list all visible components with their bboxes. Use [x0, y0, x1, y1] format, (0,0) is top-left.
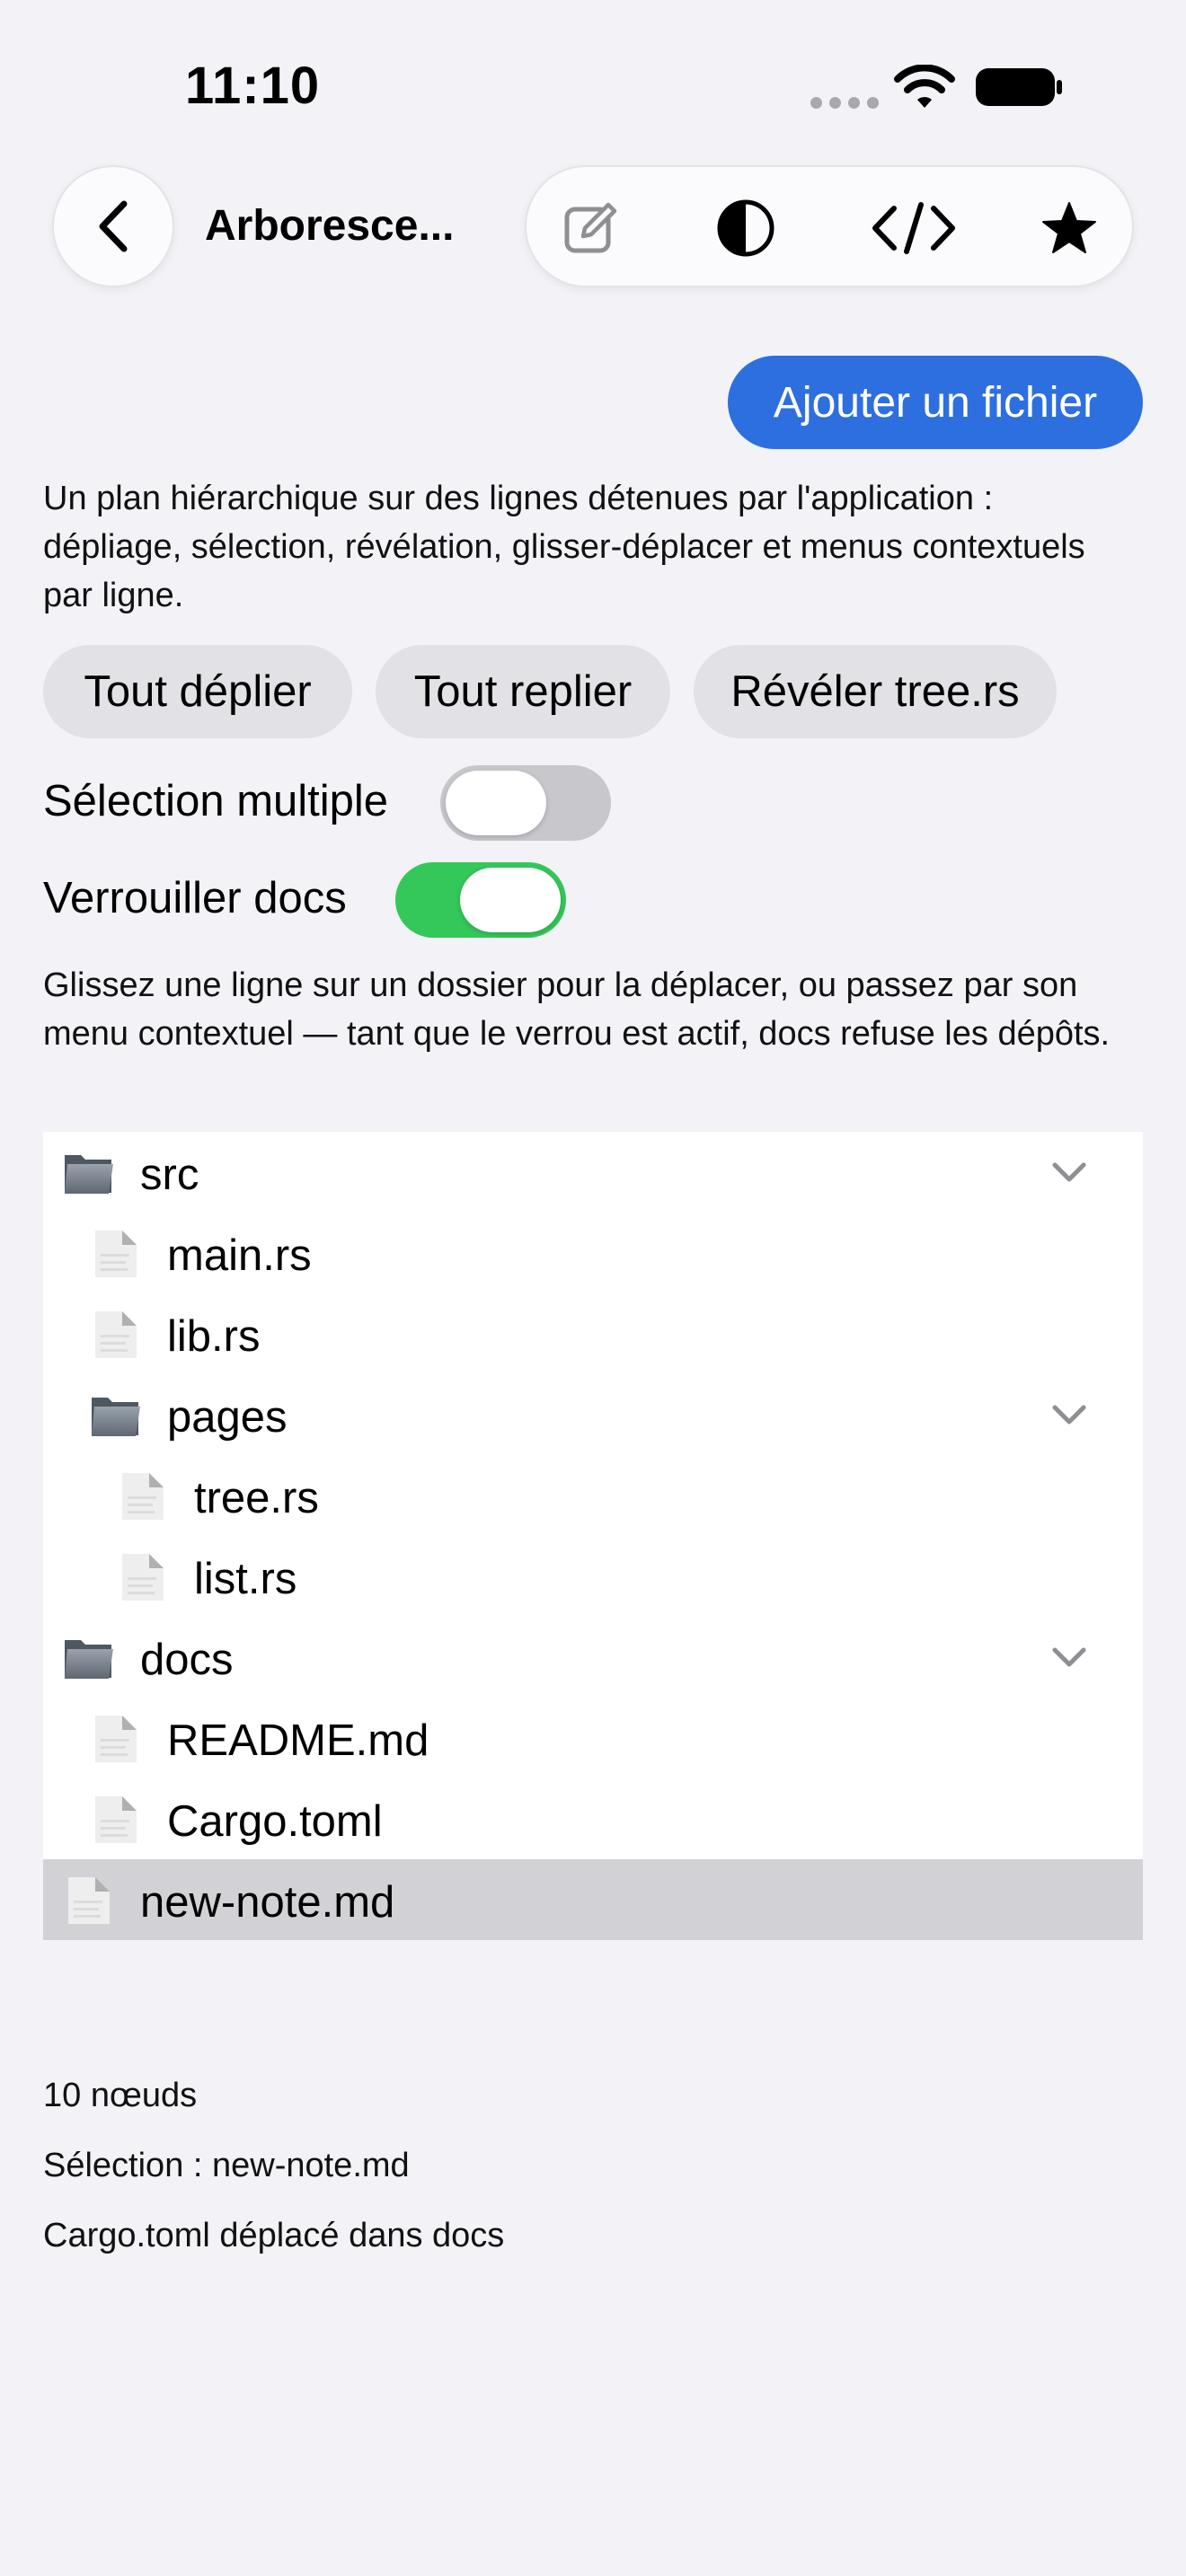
tree-row-label: src	[140, 1151, 199, 1199]
file-icon	[122, 1473, 164, 1520]
code-icon	[872, 202, 955, 254]
reveal-button[interactable]: Révéler tree.rs	[694, 645, 1057, 738]
file-icon	[95, 1231, 137, 1277]
tree-row-label: tree.rs	[194, 1474, 319, 1522]
edit-button[interactable]	[557, 194, 625, 262]
file-icon	[68, 1877, 110, 1924]
tree-row-tree-rs[interactable]: tree.rs	[43, 1455, 1143, 1536]
tree-row-src[interactable]: src	[43, 1132, 1143, 1213]
chevron-down-icon[interactable]	[1049, 1642, 1089, 1672]
chevron-down-icon[interactable]	[1049, 1157, 1089, 1187]
expand-all-button[interactable]: Tout déplier	[43, 645, 352, 738]
multi-select-toggle[interactable]	[440, 765, 611, 841]
wifi-icon	[894, 65, 955, 108]
folder-icon	[92, 1398, 140, 1436]
tree-row-label: list.rs	[194, 1555, 297, 1603]
tree-row-list-rs[interactable]: list.rs	[43, 1536, 1143, 1617]
favorite-button[interactable]	[1035, 194, 1103, 262]
folder-icon	[65, 1155, 113, 1194]
tree-row-label: README.md	[167, 1716, 429, 1765]
tree-row-label: main.rs	[167, 1231, 312, 1280]
description-text: Un plan hiérarchique sur des lignes déte…	[43, 480, 1085, 614]
tree-row-label: Cargo.toml	[167, 1797, 383, 1846]
battery-icon	[976, 68, 1062, 106]
back-button[interactable]	[52, 165, 174, 287]
tree-row-label: lib.rs	[167, 1312, 261, 1361]
file-icon	[95, 1311, 137, 1358]
multi-select-label: Sélection multiple	[43, 777, 389, 825]
contrast-icon	[717, 199, 774, 257]
tree-row-label: new-note.md	[140, 1878, 395, 1927]
drag-hint-text: Glissez une ligne sur un dossier pour la…	[43, 966, 1111, 1053]
node-count-text: 10 nœuds	[43, 2077, 198, 2114]
tree-row-main-rs[interactable]: main.rs	[43, 1213, 1143, 1293]
outline-tree: src main.rs lib.rs pages tree.rs list.rs…	[43, 1132, 1143, 1940]
chevron-down-icon[interactable]	[1049, 1399, 1089, 1430]
tree-row-new-note-md[interactable]: new-note.md	[43, 1859, 1143, 1940]
tree-row-lib-rs[interactable]: lib.rs	[43, 1293, 1143, 1374]
status-time: 11:10	[185, 57, 321, 115]
collapse-all-button[interactable]: Tout replier	[376, 645, 670, 738]
lock-docs-label: Verrouiller docs	[43, 874, 347, 922]
lock-docs-toggle[interactable]	[395, 862, 566, 938]
star-icon	[1042, 202, 1096, 253]
toolbar	[525, 165, 1134, 287]
tree-row-label: pages	[167, 1393, 288, 1442]
file-icon	[95, 1716, 137, 1762]
tree-row-pages[interactable]: pages	[43, 1374, 1143, 1455]
edit-icon	[564, 202, 617, 253]
tree-row-readme-md[interactable]: README.md	[43, 1698, 1143, 1778]
cellular-signal-icon	[810, 97, 879, 109]
selection-text: Sélection : new-note.md	[43, 2147, 410, 2184]
page-title: Arboresce...	[205, 202, 455, 250]
add-file-button[interactable]: Ajouter un fichier	[728, 356, 1143, 449]
code-button[interactable]	[864, 194, 963, 262]
tree-row-docs[interactable]: docs	[43, 1617, 1143, 1698]
app-screen: 11:10 Arboresce... Ajouter un fichier Un…	[0, 0, 1186, 2576]
file-icon	[95, 1796, 137, 1843]
toggle-knob	[460, 868, 561, 932]
file-icon	[122, 1554, 164, 1601]
contrast-button[interactable]	[712, 194, 780, 262]
folder-icon	[65, 1640, 113, 1679]
toggle-knob	[446, 771, 546, 835]
last-move-text: Cargo.toml déplacé dans docs	[43, 2217, 505, 2254]
tree-row-cargo-toml[interactable]: Cargo.toml	[43, 1778, 1143, 1859]
tree-row-label: docs	[140, 1636, 234, 1684]
chevron-left-icon	[99, 200, 128, 252]
